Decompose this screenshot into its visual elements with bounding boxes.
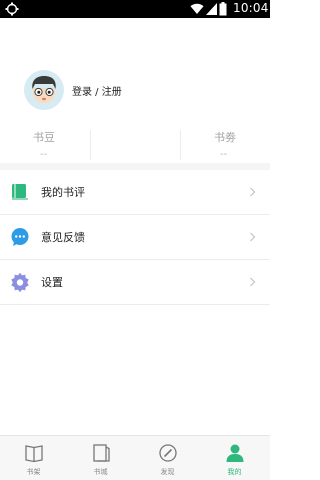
row-divider [0,304,270,305]
tab-label-discover: 发现 [160,468,175,476]
profile-header[interactable]: 登录 / 注册 [24,70,224,110]
clock-time: 10:04 [233,1,269,15]
chevron-right-icon [250,277,256,287]
signal-icon [206,3,217,15]
feedback-icon [11,228,29,246]
chevron-right-icon [250,232,256,242]
tab-discover[interactable]: 发现 [134,436,201,480]
stat-divider-left [90,130,91,160]
tab-bookstore[interactable]: 书城 [67,436,134,480]
menu-item-settings[interactable]: 设置 [0,260,270,304]
status-bar: 10:04 [0,0,270,18]
stat-value-shudou: -- [40,149,48,160]
bookshelf-icon [25,445,43,463]
tab-label-bookshelf: 书架 [26,468,41,476]
stat-label-shudou: 书豆 [33,131,55,144]
stat-label-shujuan: 书劵 [214,131,236,144]
stat-divider-right [180,130,181,160]
bookstore-icon [93,444,110,462]
stat-value-shujuan: -- [220,149,228,160]
tab-label-profile: 我的 [227,468,242,476]
menu-item-my-reviews[interactable]: 我的书评 [0,170,270,214]
bottom-tab-bar: 书架 书城 发现 我的 [0,435,270,480]
app-screen: 10:04 登录 / 注册 书豆 -- 书劵 -- 我的书评 意见反馈 设置 书… [0,0,270,480]
tab-profile[interactable]: 我的 [201,436,268,480]
wifi-icon [190,3,204,15]
menu-item-feedback[interactable]: 意见反馈 [0,215,270,259]
menu-label-feedback: 意见反馈 [41,231,85,244]
tab-bookshelf[interactable]: 书架 [0,436,67,480]
sync-icon [5,2,19,16]
login-register-link[interactable]: 登录 / 注册 [71,83,123,98]
menu-label-my-reviews: 我的书评 [41,186,85,199]
profile-icon [226,444,244,462]
tab-label-bookstore: 书城 [93,468,108,476]
menu-label-settings: 设置 [41,276,63,289]
battery-icon [219,2,227,16]
book-review-icon [12,184,28,200]
avatar-icon[interactable] [24,70,64,110]
discover-icon [159,444,177,462]
section-gap [0,163,270,170]
settings-icon [11,272,29,292]
chevron-right-icon [250,187,256,197]
